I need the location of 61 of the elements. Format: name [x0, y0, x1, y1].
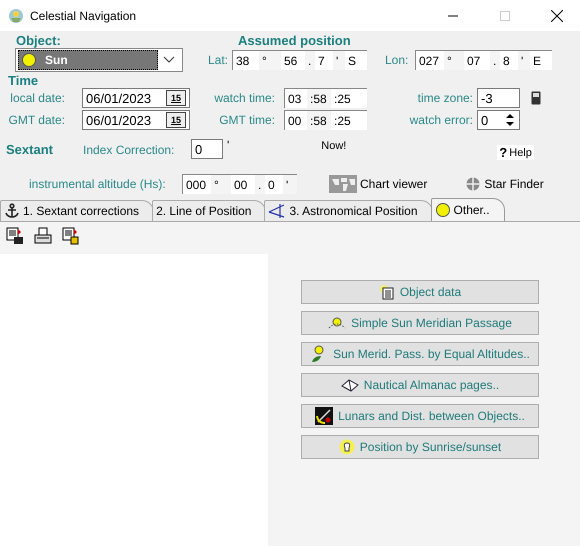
- app-icon: [8, 8, 24, 24]
- window-title: Celestial Navigation: [30, 8, 138, 22]
- time-zone-field[interactable]: -3: [477, 88, 520, 108]
- action-button[interactable]: Nautical Almanac pages..: [301, 373, 539, 397]
- time-heading: Time: [8, 74, 40, 88]
- date-field[interactable]: 06/01/2023 15: [82, 110, 190, 130]
- action-button[interactable]: Lunars and Dist. between Objects..: [301, 404, 539, 428]
- save-icon[interactable]: [6, 227, 24, 245]
- spinner-arrows-icon[interactable]: [504, 111, 516, 129]
- calendar-icon[interactable]: 15: [166, 112, 186, 128]
- chart-viewer-button[interactable]: Chart viewer: [329, 175, 428, 193]
- longitude-field[interactable]: 027 ° 07 . 8 ' E: [415, 50, 552, 70]
- document-icon: [378, 284, 395, 300]
- tab[interactable]: Other..: [430, 198, 505, 221]
- minutes-mark: ': [227, 138, 230, 152]
- watch-error-spinner[interactable]: 0: [477, 110, 520, 130]
- time-field[interactable]: 03 :58 :25: [284, 88, 367, 108]
- sun-arc-icon: [328, 316, 346, 330]
- date-field[interactable]: 06/01/2023 15: [82, 88, 190, 108]
- anchor-icon: [4, 203, 20, 219]
- now-button[interactable]: Now!: [321, 140, 498, 152]
- action-button[interactable]: Position by Sunrise/sunset: [301, 435, 539, 459]
- sextant-heading: Sextant: [6, 142, 54, 157]
- light-bulb-icon: [338, 439, 355, 455]
- triangle-lines-icon: [268, 203, 286, 219]
- sun-icon: [434, 202, 451, 218]
- index-correction-field[interactable]: 0: [191, 139, 223, 159]
- world-map-icon: [329, 175, 357, 193]
- sextant-icon: [315, 407, 334, 425]
- local-date-label: local date:: [9, 91, 65, 105]
- altitude-field[interactable]: 000 ° 00 . 0 ': [182, 174, 297, 194]
- calculator-icon[interactable]: [531, 91, 541, 105]
- action-button[interactable]: Simple Sun Meridian Passage: [301, 311, 539, 335]
- export-icon[interactable]: [62, 227, 80, 245]
- close-icon[interactable]: [551, 10, 563, 22]
- tab[interactable]: 3. Astronomical Position: [264, 200, 433, 221]
- gmt-date-label: GMT date:: [8, 113, 65, 127]
- star-finder-button[interactable]: Star Finder: [465, 176, 544, 192]
- time-zone-label: time zone:: [416, 91, 473, 105]
- chevron-icon: [162, 56, 176, 64]
- time-field[interactable]: 00 :58 :25: [284, 110, 367, 130]
- watch-time-label: watch time:: [213, 91, 275, 105]
- altitude-label: instrumental altitude (Hs):: [29, 177, 167, 191]
- latitude-field[interactable]: 38 ° 56 . 7 ' S: [232, 50, 367, 70]
- watch-error-label: watch error:: [408, 113, 473, 127]
- help-button[interactable]: ?Help: [497, 145, 534, 160]
- index-correction-label: Index Correction:: [83, 143, 176, 157]
- object-dropdown[interactable]: Sun: [15, 48, 183, 72]
- sun-icon: [21, 52, 37, 68]
- assumed-position-heading: Assumed position: [238, 33, 351, 48]
- calendar-icon[interactable]: 15: [166, 90, 186, 106]
- object-label: Object:: [16, 33, 62, 48]
- action-button[interactable]: Object data: [301, 280, 539, 304]
- lat-label: Lat:: [208, 53, 230, 67]
- lon-label: Lon:: [385, 53, 410, 67]
- tab[interactable]: 2. Line of Position: [152, 200, 266, 221]
- tab[interactable]: 1. Sextant corrections: [0, 200, 154, 221]
- action-button[interactable]: Sun Merid. Pass. by Equal Altitudes..: [301, 342, 539, 366]
- printer-icon[interactable]: [34, 227, 52, 245]
- crosshair-icon: [465, 176, 482, 192]
- gmt-time-label: GMT time:: [218, 113, 275, 127]
